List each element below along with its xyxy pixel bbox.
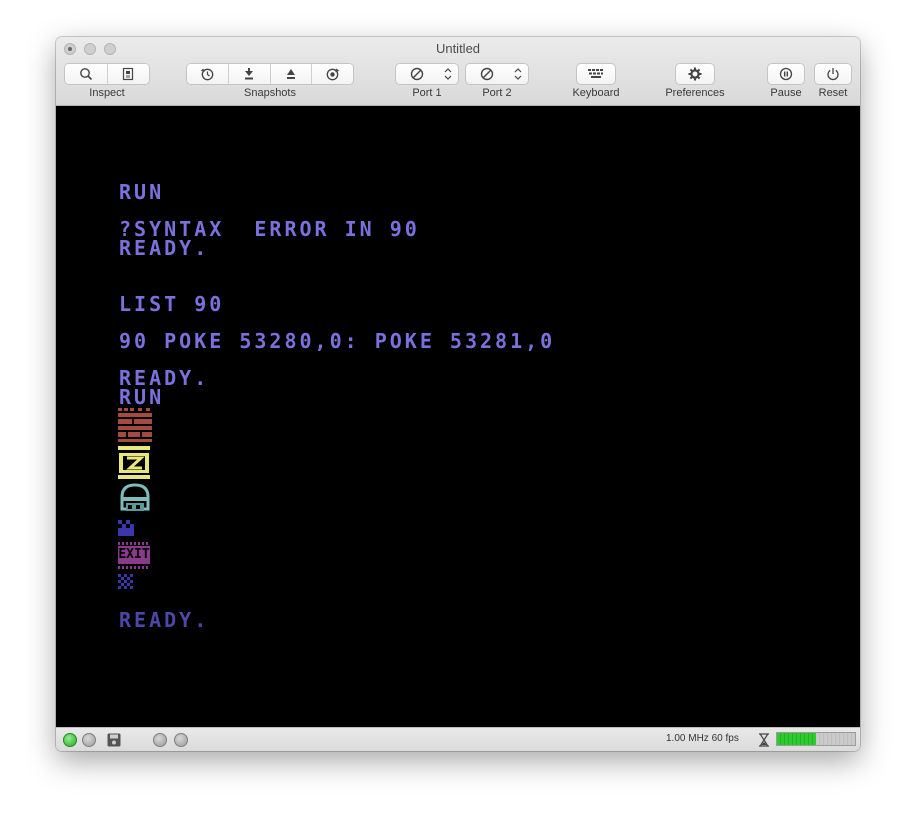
inspect-segment	[64, 63, 150, 85]
screen-line-run: RUN	[119, 180, 165, 204]
preferences-label: Preferences	[665, 87, 725, 99]
preferences-button[interactable]	[675, 63, 715, 85]
snapshot-clock-icon	[326, 68, 340, 80]
up-down-chevron-icon	[514, 68, 522, 80]
cyan-dome-graphic	[120, 483, 150, 511]
magnifier-icon	[79, 68, 92, 81]
memory-chip-icon	[123, 67, 134, 81]
power-icon	[827, 68, 839, 81]
hourglass-icon	[759, 733, 769, 747]
inspect-memory-button[interactable]	[107, 64, 149, 84]
keyboard-button[interactable]	[576, 63, 616, 85]
screen-line-run: RUN	[119, 385, 165, 409]
disk-drive-icon[interactable]	[107, 733, 121, 747]
reset-button[interactable]	[814, 63, 852, 85]
port1-label: Port 1	[412, 87, 442, 99]
brick-wall-graphic	[118, 408, 152, 442]
emulator-screen[interactable]: RUN ?SYNTAX ERROR IN 90 READY. LIST 90 9…	[56, 106, 860, 727]
port1-popup[interactable]	[395, 63, 459, 85]
activity-meter	[776, 732, 856, 746]
eject-down-icon	[245, 68, 254, 80]
yellow-box-graphic	[118, 446, 150, 479]
blue-dither-graphic	[118, 574, 133, 589]
reset-label: Reset	[818, 87, 848, 99]
pause-icon	[779, 67, 793, 81]
inspect-label: Inspect	[89, 87, 125, 99]
drive-led-icon	[82, 733, 96, 747]
cartridge-led-icon	[174, 733, 188, 747]
speed-readout: 1.00 MHz 60 fps	[666, 733, 739, 744]
snapshot-browse-button[interactable]	[312, 64, 353, 84]
activity-meter-fill	[777, 733, 816, 745]
screen-line-ready: READY.	[119, 236, 210, 260]
snapshot-take-button[interactable]	[228, 64, 271, 84]
keyboard-icon	[588, 69, 603, 78]
snapshot-restore-button[interactable]	[270, 64, 313, 84]
title-bar: Untitled Inspect Snapshots Port 1 Port 2…	[56, 37, 860, 106]
no-device-icon	[410, 67, 424, 81]
blue-checker-graphic	[118, 520, 134, 536]
snapshot-rewind-button[interactable]	[187, 64, 229, 84]
snapshots-label: Snapshots	[244, 87, 296, 99]
tape-led-icon	[153, 733, 167, 747]
snapshots-segment	[186, 63, 354, 85]
inspect-magnifier-button[interactable]	[65, 64, 108, 84]
status-bar: 1.00 MHz 60 fps	[56, 727, 860, 751]
emulator-window: Untitled Inspect Snapshots Port 1 Port 2…	[56, 37, 860, 751]
eject-up-icon	[286, 69, 295, 79]
up-down-chevron-icon	[444, 68, 452, 80]
keyboard-label: Keyboard	[572, 87, 620, 99]
no-device-icon	[480, 67, 494, 81]
pause-button[interactable]	[767, 63, 805, 85]
rewind-clock-icon	[200, 67, 214, 80]
activity-meter-track	[816, 733, 855, 745]
screen-line-ready: READY.	[119, 608, 210, 632]
gear-icon	[688, 67, 702, 81]
exit-sign-graphic: EXIT	[118, 542, 150, 570]
power-led-icon	[63, 733, 77, 747]
exit-sign-text: EXIT	[118, 546, 150, 564]
port2-popup[interactable]	[465, 63, 529, 85]
screen-line-program: 90 POKE 53280,0: POKE 53281,0	[119, 329, 556, 353]
window-title: Untitled	[435, 41, 481, 56]
screen-line-list: LIST 90	[119, 292, 225, 316]
port2-label: Port 2	[482, 87, 512, 99]
